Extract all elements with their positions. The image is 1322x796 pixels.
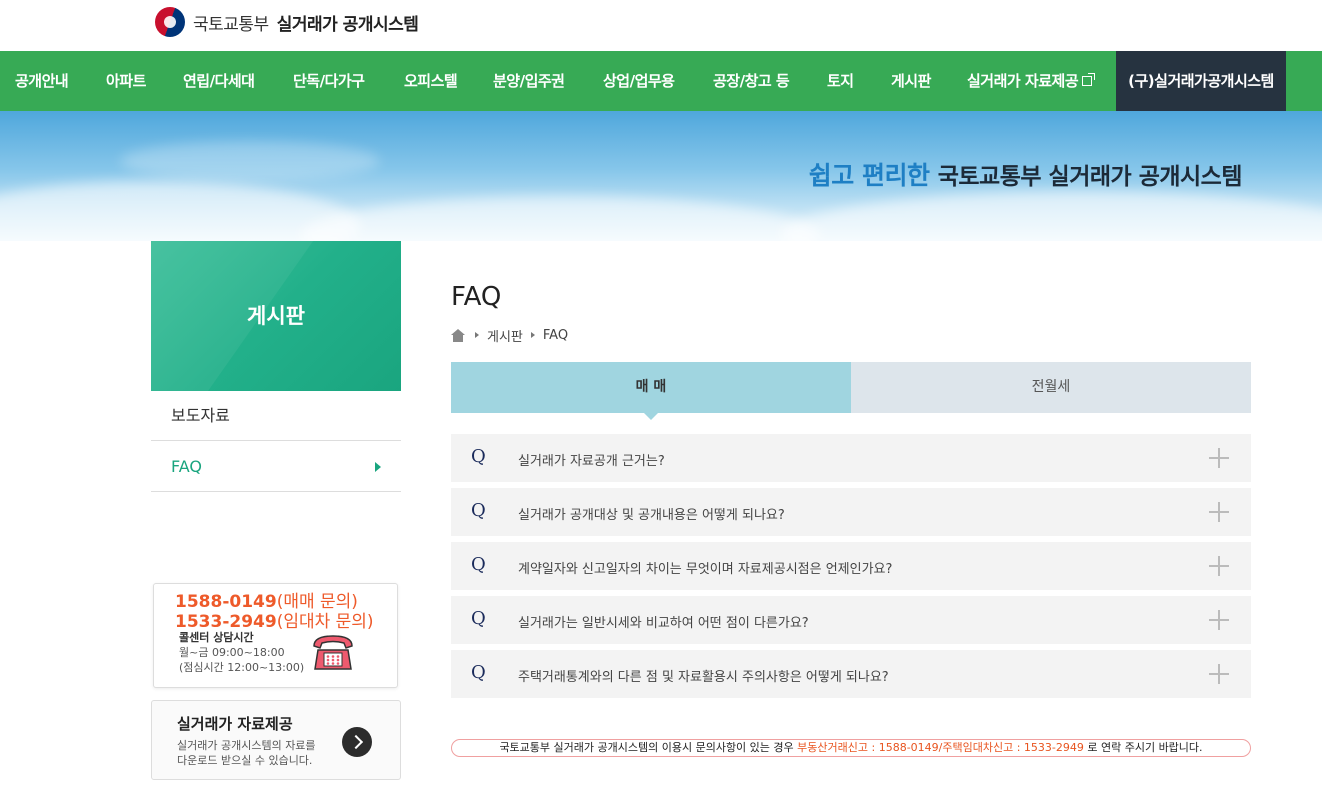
old-system-button[interactable]: (구)실거래가공개시스템 [1116,51,1286,111]
breadcrumb: 게시판 FAQ [451,326,576,345]
faq-q-marker: Q [471,554,486,575]
banner-slogan: 쉽고 편리한 국토교통부 실거래가 공개시스템 [808,156,1243,192]
plus-icon[interactable] [1209,448,1229,468]
faq-item[interactable]: Q 실거래가는 일반시세와 비교하여 어떤 점이 다른가요? [451,596,1251,644]
site-logo[interactable]: 국토교통부 실거래가 공개시스템 [155,6,419,38]
plus-icon[interactable] [1209,610,1229,630]
nav-item-officetel[interactable]: 오피스텔 [404,51,458,111]
breadcrumb-item-board[interactable]: 게시판 [487,326,523,345]
faq-question: 주택거래통계와의 다른 점 및 자료활용시 주의사항은 어떻게 되나요? [518,670,889,685]
hero-banner: 쉽고 편리한 국토교통부 실거래가 공개시스템 [0,111,1322,241]
nav-item-apartment[interactable]: 아파트 [106,51,146,111]
contact-notice-after: 로 연락 주시기 바랍니다. [1083,741,1203,754]
callcenter-lunch: (점심시간 12:00~13:00) [179,661,305,674]
callcenter-hours: 월~금 09:00~18:00 [179,646,285,659]
faq-question: 실거래가 자료공개 근거는? [518,454,665,469]
contact-notice-before: 국토교통부 실거래가 공개시스템의 이용시 문의사항이 있는 경우 [499,741,798,754]
nav-item-factory[interactable]: 공장/창고 등 [713,51,790,111]
data-provision-next-button[interactable] [342,727,372,757]
banner-slogan-highlight: 쉽고 편리한 [808,161,930,190]
sidebar-title: 게시판 [151,241,401,391]
main-nav: 공개안내 아파트 연립/다세대 단독/다가구 오피스텔 분양/입주권 상업/업무… [0,51,1322,111]
data-provision-box[interactable]: 실거래가 자료제공 실거래가 공개시스템의 자료를 다운로드 받으실 수 있습니… [151,700,401,780]
faq-question: 계약일자와 신고일자의 차이는 무엇이며 자료제공시점은 언제인가요? [518,562,893,577]
government-emblem-icon [155,7,185,37]
home-icon[interactable] [451,328,465,342]
faq-q-marker: Q [471,500,486,521]
sidebar-item-press[interactable]: 보도자료 [151,391,401,441]
data-provision-desc: 실거래가 공개시스템의 자료를 다운로드 받으실 수 있습니다. [177,739,316,767]
banner-cloud [300,196,820,241]
data-provision-title: 실거래가 자료제공 [177,715,293,733]
banner-slogan-main: 국토교통부 실거래가 공개시스템 [937,164,1243,190]
faq-q-marker: Q [471,446,486,467]
banner-cloud [780,191,1322,241]
logo-ministry-text: 국토교통부 [193,14,269,35]
callcenter-box: 1588-0149(매매 문의) 1533-2949(임대차 문의) 콜센터 상… [153,583,398,688]
faq-item[interactable]: Q 실거래가 자료공개 근거는? [451,434,1251,482]
breadcrumb-separator [475,332,479,338]
tab-lease[interactable]: 전월세 [851,362,1251,413]
external-link-icon [1082,73,1096,86]
nav-item-data-provision-label: 실거래가 자료제공 [967,72,1079,90]
logo-system-text: 실거래가 공개시스템 [276,14,419,35]
faq-question: 실거래가 공개대상 및 공개내용은 어떻게 되나요? [518,508,785,523]
site-header: 국토교통부 실거래가 공개시스템 [0,0,1322,51]
sidebar-item-label: FAQ [171,457,202,476]
sidebar-item-faq[interactable]: FAQ [151,442,401,492]
tab-sale[interactable]: 매 매 [451,362,851,420]
page-title: FAQ [451,282,502,312]
faq-item[interactable]: Q 주택거래통계와의 다른 점 및 자료활용시 주의사항은 어떻게 되나요? [451,650,1251,698]
contact-notice-phones: 부동산거래신고 : 1588-0149/주택임대차신고 : 1533-2949 [797,741,1084,754]
plus-icon[interactable] [1209,502,1229,522]
nav-item-board[interactable]: 게시판 [891,51,931,111]
nav-item-multi-family[interactable]: 연립/다세대 [183,51,255,111]
banner-cloud [120,141,380,181]
nav-item-guide[interactable]: 공개안내 [15,51,69,111]
chevron-right-icon [375,462,381,472]
faq-item[interactable]: Q 계약일자와 신고일자의 차이는 무엇이며 자료제공시점은 언제인가요? [451,542,1251,590]
callcenter-phone-lease-label: (임대차 문의) [276,612,374,632]
nav-item-commercial[interactable]: 상업/업무용 [603,51,675,111]
nav-item-land[interactable]: 토지 [827,51,854,111]
nav-item-detached[interactable]: 단독/다가구 [293,51,365,111]
faq-item[interactable]: Q 실거래가 공개대상 및 공개내용은 어떻게 되나요? [451,488,1251,536]
plus-icon[interactable] [1209,664,1229,684]
sidebar-title-decoration [151,241,360,391]
callcenter-hours-label: 콜센터 상담시간 [179,631,254,644]
breadcrumb-item-faq[interactable]: FAQ [543,328,568,343]
nav-item-data-provision[interactable]: 실거래가 자료제공 [967,51,1096,111]
faq-q-marker: Q [471,662,486,683]
plus-icon[interactable] [1209,556,1229,576]
faq-question: 실거래가는 일반시세와 비교하여 어떤 점이 다른가요? [518,616,809,631]
nav-item-presale[interactable]: 분양/입주권 [493,51,565,111]
contact-notice: 국토교통부 실거래가 공개시스템의 이용시 문의사항이 있는 경우 부동산거래신… [451,739,1251,757]
faq-q-marker: Q [471,608,486,629]
breadcrumb-separator [530,332,535,338]
telephone-icon [313,635,353,670]
sidebar-item-label: 보도자료 [171,406,230,425]
